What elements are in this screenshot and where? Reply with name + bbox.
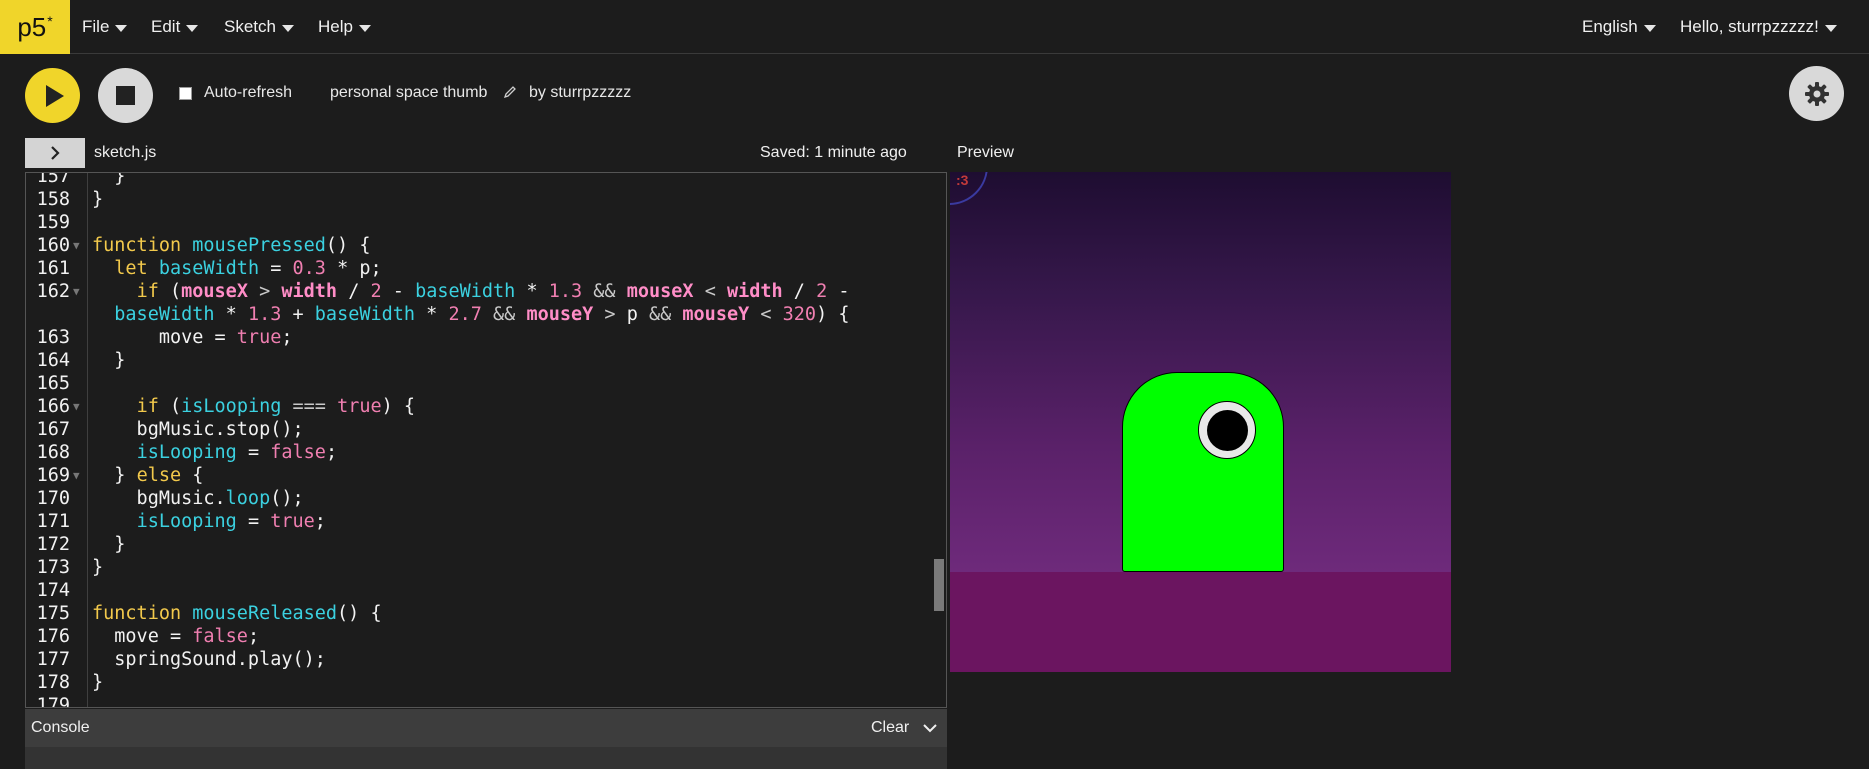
fold-arrow-icon[interactable]: ▼ (73, 234, 80, 257)
code-text: springSound.play(); (92, 649, 326, 670)
line-number: 174 (36, 580, 70, 601)
fold-arrow-icon[interactable]: ▼ (73, 464, 80, 487)
creature-eye (1198, 401, 1256, 459)
code-text: baseWidth * 1.3 + baseWidth * 2.7 && mou… (114, 304, 850, 325)
code-text: let baseWidth = 0.3 * p; (114, 258, 382, 279)
chevron-right-icon (51, 146, 60, 160)
line-number: 175 (36, 603, 70, 624)
green-creature[interactable] (1122, 372, 1284, 572)
line-number: 178 (36, 672, 70, 693)
code-text: } (92, 534, 126, 555)
line-number: 159 (36, 212, 70, 233)
code-text: function mouseReleased() { (92, 603, 382, 624)
logo-asterisk: * (47, 13, 53, 29)
line-number: 172 (36, 534, 70, 555)
user-menu[interactable]: Hello, sturrpzzzzz! (1680, 0, 1837, 54)
line-number: 170 (36, 488, 70, 509)
line-number: 179 (36, 695, 70, 708)
line-number: 177 (36, 649, 70, 670)
code-text: } (92, 350, 126, 371)
line-number: 163 (36, 327, 70, 348)
code-text: bgMusic.stop(); (92, 419, 304, 440)
code-text: move = true; (92, 327, 293, 348)
caret-down-icon (1824, 24, 1837, 32)
gear-icon (1804, 81, 1829, 106)
ground (950, 572, 1451, 672)
caret-down-icon (281, 24, 294, 32)
file-tab-sketch-js[interactable]: sketch.js (94, 144, 156, 162)
stop-icon (116, 86, 135, 105)
moon-text: :3 (956, 172, 969, 188)
code-text: } (92, 189, 104, 210)
language-label: English (1582, 17, 1638, 36)
sketch-author[interactable]: by sturrpzzzzz (529, 84, 631, 102)
line-number: 166 (36, 396, 70, 417)
saved-status: Saved: 1 minute ago (760, 144, 907, 161)
line-number: 160 (36, 235, 70, 256)
logo-text: p5 (17, 11, 47, 42)
menu-sketch[interactable]: Sketch (224, 0, 294, 54)
menu-help-label: Help (318, 17, 353, 36)
menu-help[interactable]: Help (318, 0, 371, 54)
console-output (25, 747, 947, 769)
line-number: 158 (36, 189, 70, 210)
code-text: move = false; (92, 626, 260, 647)
fold-arrow-icon[interactable]: ▼ (73, 395, 80, 418)
toolbar: Auto-refresh personal space thumb by stu… (0, 54, 1869, 138)
line-number: 169 (36, 465, 70, 486)
code-text: } (92, 672, 104, 693)
caret-down-icon (186, 24, 199, 32)
caret-down-icon (1643, 24, 1656, 32)
line-number: 162 (36, 281, 70, 302)
top-nav: p5 * File Edit Sketch Help English Hello,… (0, 0, 1869, 54)
line-number: 173 (36, 557, 70, 578)
code-text: isLooping = false; (136, 442, 338, 463)
line-number: 161 (36, 258, 70, 279)
play-button[interactable] (25, 68, 80, 123)
line-number: 157 (36, 172, 70, 187)
line-number: 176 (36, 626, 70, 647)
sidebar-toggle-button[interactable] (25, 138, 85, 168)
pencil-icon[interactable] (503, 85, 517, 99)
auto-refresh-label[interactable]: Auto-refresh (204, 84, 292, 102)
creature-pupil (1206, 409, 1248, 451)
code-text: bgMusic.loop(); (92, 488, 304, 509)
console-clear-button[interactable]: Clear (871, 719, 909, 737)
line-number: 171 (36, 511, 70, 532)
code-text: } else { (92, 465, 204, 486)
code-text: function mousePressed() { (92, 235, 371, 256)
auto-refresh-checkbox[interactable] (179, 87, 192, 100)
language-menu[interactable]: English (1582, 0, 1656, 54)
sketch-preview-canvas[interactable]: :3 (950, 172, 1451, 672)
menu-edit-label: Edit (151, 17, 181, 36)
caret-down-icon (115, 24, 128, 32)
code-editor[interactable]: 157 } 158} 159 160 ▼ function mousePressed() … (25, 172, 947, 708)
line-number: 167 (36, 419, 70, 440)
settings-button[interactable] (1789, 66, 1844, 121)
menu-edit[interactable]: Edit (151, 0, 199, 54)
play-icon (46, 84, 64, 107)
menu-file[interactable]: File (82, 0, 128, 54)
code-text: isLooping = true; (136, 511, 326, 532)
console-header: Console Clear (25, 709, 947, 747)
user-greeting: Hello, sturrpzzzzz! (1680, 17, 1819, 36)
sketch-name[interactable]: personal space thumb (330, 84, 487, 102)
code-text: if (isLooping === true) { (136, 396, 416, 417)
p5-logo[interactable]: p5 * (0, 0, 70, 54)
console-title: Console (31, 719, 90, 736)
line-number: 165 (36, 373, 70, 394)
menu-sketch-label: Sketch (224, 17, 276, 36)
code-text: } (92, 557, 104, 578)
code-text: } (92, 172, 126, 187)
line-number: 168 (36, 442, 70, 463)
code-text: if (mouseX > width / 2 - baseWidth * 1.3… (136, 281, 850, 302)
menu-file-label: File (82, 17, 110, 36)
caret-down-icon (358, 24, 371, 32)
chevron-down-icon[interactable] (923, 721, 937, 735)
stop-button[interactable] (98, 68, 153, 123)
line-number: 164 (36, 350, 70, 371)
editor-scrollbar[interactable] (934, 559, 944, 611)
fold-arrow-icon[interactable]: ▼ (73, 280, 80, 303)
preview-label: Preview (957, 144, 1014, 161)
